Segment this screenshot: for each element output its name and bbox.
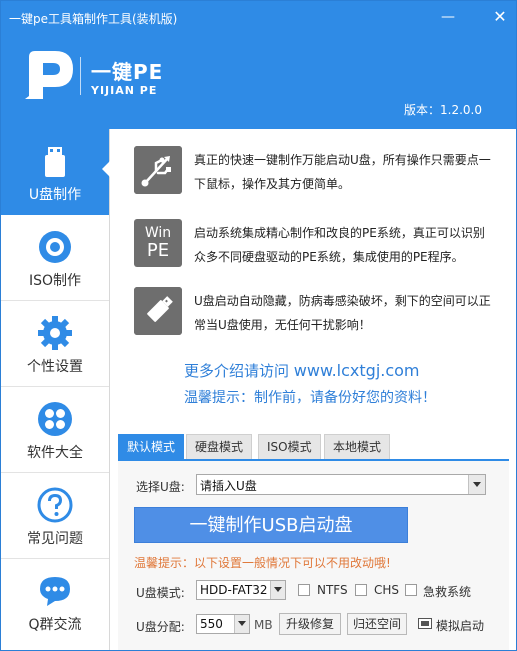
feature-text: 真正的快速一键制作万能启动U盘，所有操作只需要点一下鼠标，操作及其方便简单。	[194, 153, 491, 191]
tab-local-mode[interactable]: 本地模式	[324, 434, 391, 460]
rescue-system-label: 急救系统	[423, 585, 472, 599]
settings-warning: 温馨提示：以下设置一般情况下可以不用改动哦!	[134, 556, 391, 570]
apps-grid-icon	[38, 402, 72, 436]
sidebar-item-software[interactable]: 软件大全	[1, 387, 109, 473]
tab-iso-mode[interactable]: ISO模式	[258, 434, 321, 460]
sidebar-item-label: 个性设置	[27, 359, 83, 375]
feature-item: 真正的快速一键制作万能启动U盘，所有操作只需要点一下鼠标，操作及其方便简单。	[134, 146, 494, 198]
feature-item: U盘启动自动隐藏，防病毒感染破坏，剩下的空间可以正常当U盘使用，无任何干扰影响！	[134, 287, 494, 339]
feature-text: 启动系统集成精心制作和改良的PE系统，真正可以识别众多不同硬盘驱动的PE系统，集…	[194, 226, 485, 264]
sidebar-item-label: U盘制作	[28, 187, 82, 203]
chs-checkbox[interactable]	[355, 584, 367, 596]
udisk-mode-label: U盘模式:	[136, 586, 185, 600]
sidebar-item-label: 软件大全	[27, 445, 83, 461]
logo-name: 一键PE	[91, 60, 164, 84]
logo-divider	[80, 57, 81, 95]
partition-label: U盘分配:	[136, 620, 185, 634]
app-logo-icon	[25, 51, 73, 99]
udisk-mode-value: HDD-FAT32	[200, 583, 268, 597]
sidebar: U盘制作 ISO制作 个性设置 软件大全 常见问题 Q群交流	[1, 129, 110, 650]
sidebar-item-label: ISO制作	[28, 273, 82, 289]
chevron-down-icon[interactable]	[468, 475, 485, 494]
sidebar-item-settings[interactable]: 个性设置	[1, 301, 109, 387]
sidebar-item-qq-group[interactable]: Q群交流	[1, 559, 109, 645]
feature-item: Win PE 启动系统集成精心制作和改良的PE系统，真正可以识别众多不同硬盘驱动…	[134, 219, 494, 271]
logo-subtitle: YIJIAN PE	[91, 84, 158, 97]
sidebar-item-faq[interactable]: 常见问题	[1, 473, 109, 559]
partition-unit: MB	[254, 618, 273, 632]
mode-tabs: 默认模式 硬盘模式 ISO模式 本地模式	[118, 434, 508, 460]
sidebar-item-label: Q群交流	[28, 617, 82, 633]
restore-space-button[interactable]: 归还空间	[347, 613, 407, 635]
version-label: 版本：1.2.0.0	[404, 103, 482, 117]
ntfs-label: NTFS	[317, 583, 348, 597]
promo-prefix: 更多介绍请访问	[184, 362, 290, 380]
question-icon	[37, 487, 73, 523]
sidebar-item-usb[interactable]: U盘制作	[1, 129, 109, 215]
usb-symbol-icon	[134, 146, 182, 194]
make-usb-boot-button[interactable]: 一键制作USB启动盘	[134, 507, 408, 543]
promo-website: 更多介绍请访问 www.lcxtgj.com	[184, 360, 420, 381]
udisk-select[interactable]: 请插入U盘	[196, 474, 486, 495]
chs-label: CHS	[374, 583, 400, 597]
partition-size-value: 550	[200, 617, 223, 631]
close-button[interactable]: ✕	[487, 5, 513, 29]
upgrade-repair-button[interactable]: 升级修复	[279, 613, 341, 635]
app-window: 一键pe工具箱制作工具(装机版) — ✕ 一键PE YIJIAN PE 版本：1…	[0, 0, 517, 651]
header: 一键pe工具箱制作工具(装机版) — ✕ 一键PE YIJIAN PE 版本：1…	[1, 1, 516, 129]
active-indicator	[102, 161, 110, 177]
win-pe-icon-line1: Win	[144, 225, 172, 241]
partition-size-select[interactable]: 550	[196, 614, 250, 634]
chat-icon	[40, 577, 70, 606]
disc-icon	[39, 231, 71, 263]
tab-default-mode[interactable]: 默认模式	[118, 434, 185, 460]
udisk-select-value: 请插入U盘	[200, 479, 257, 493]
win-pe-icon: Win PE	[134, 219, 182, 267]
rescue-system-checkbox[interactable]	[405, 584, 417, 596]
ntfs-checkbox[interactable]	[298, 584, 310, 596]
sidebar-item-label: 常见问题	[27, 531, 83, 547]
website-link[interactable]: www.lcxtgj.com	[294, 361, 420, 380]
usb-drive-icon	[45, 147, 65, 177]
feature-text: U盘启动自动隐藏，防病毒感染破坏，剩下的空间可以正常当U盘使用，无任何干扰影响！	[194, 294, 491, 332]
usb-stick-icon	[134, 287, 182, 335]
chevron-down-icon[interactable]	[270, 581, 285, 599]
chevron-down-icon[interactable]	[234, 615, 249, 633]
gear-icon	[38, 316, 72, 350]
simulate-boot-label[interactable]: 模拟启动	[436, 617, 484, 634]
select-udisk-label: 选择U盘:	[136, 480, 185, 494]
tab-hdd-mode[interactable]: 硬盘模式	[186, 434, 253, 460]
promo-tip: 温馨提示：制作前，请备份好您的资料！	[184, 390, 436, 406]
win-pe-icon-line2: PE	[146, 240, 170, 261]
window-title: 一键pe工具箱制作工具(装机版)	[9, 12, 178, 26]
sidebar-item-iso[interactable]: ISO制作	[1, 215, 109, 301]
minimize-button[interactable]: —	[435, 5, 461, 29]
simulate-boot-icon[interactable]	[418, 618, 432, 629]
udisk-mode-select[interactable]: HDD-FAT32	[196, 580, 286, 600]
